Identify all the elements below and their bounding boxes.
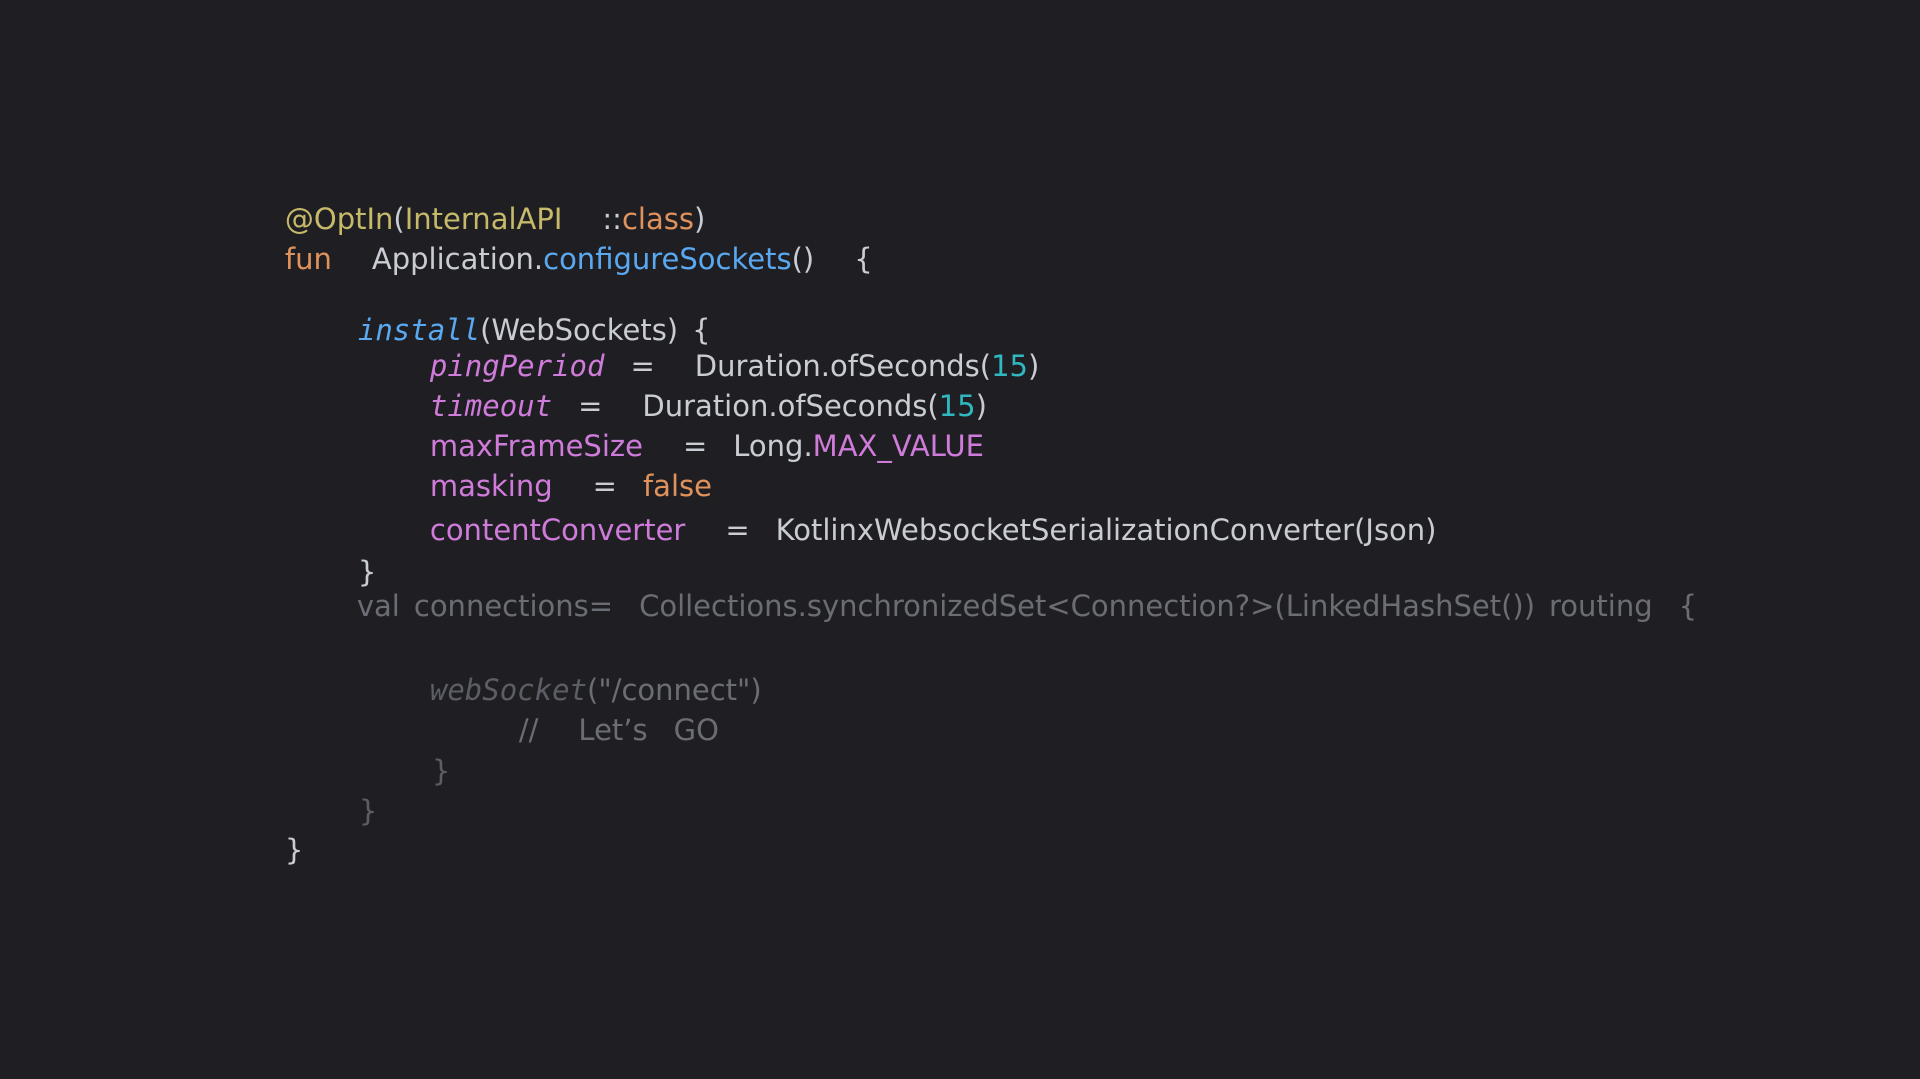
code-line-3: install(WebSockets){ [321, 270, 711, 347]
code-line-12: // Let’s GO [482, 670, 719, 747]
code-line-11: webSocket("/connect") [393, 630, 762, 707]
property-token: contentConverter [429, 513, 686, 547]
code-editor: @OptIn(InternalAPI::class) fun Applicatio… [0, 0, 1920, 1079]
comment-text: Let’s [578, 713, 648, 747]
equals-token: = [725, 513, 750, 547]
code-line-5: timeout = Duration.ofSeconds(15) [393, 346, 987, 423]
code-line-6: maxFrameSize = Long.MAX_VALUE [393, 386, 984, 463]
val-keyword: val [356, 589, 400, 623]
brace-token: } [431, 754, 451, 788]
brace-token: { [1678, 589, 1698, 623]
expression-token: Collections.synchronizedSet<Connection?>… [639, 589, 1536, 623]
routing-token: routing [1549, 589, 1653, 623]
brace-token: { [854, 242, 873, 276]
expression-token: Long. [733, 429, 813, 463]
code-line-13: } [395, 711, 450, 788]
brace-token: } [358, 794, 378, 828]
variable-token: connections= [413, 589, 614, 623]
code-line-15: } [248, 790, 303, 867]
code-line-2: fun Application.configureSockets(){ [248, 199, 873, 276]
comment-text: GO [673, 713, 719, 747]
code-line-7: masking = false [393, 426, 712, 503]
paren-token: ) [1027, 349, 1040, 383]
comment-slashes: // [518, 713, 539, 747]
code-line-8: contentConverter = KotlinxWebsocketSeriali… [393, 470, 1437, 547]
code-line-10: val connections= Collections.synchronizedS… [320, 546, 1697, 623]
code-line-1: @OptIn(InternalAPI::class) [248, 159, 705, 236]
constant-token: MAX_VALUE [812, 429, 984, 463]
number-token: 15 [991, 349, 1028, 383]
expression-token: KotlinxWebsocketSerializationConverter(J… [775, 513, 1437, 547]
code-line-14: } [322, 751, 377, 828]
brace-token: } [284, 833, 304, 867]
paren-token: () [791, 242, 815, 276]
code-line-4: pingPeriod = Duration.ofSeconds(15) [393, 306, 1039, 383]
